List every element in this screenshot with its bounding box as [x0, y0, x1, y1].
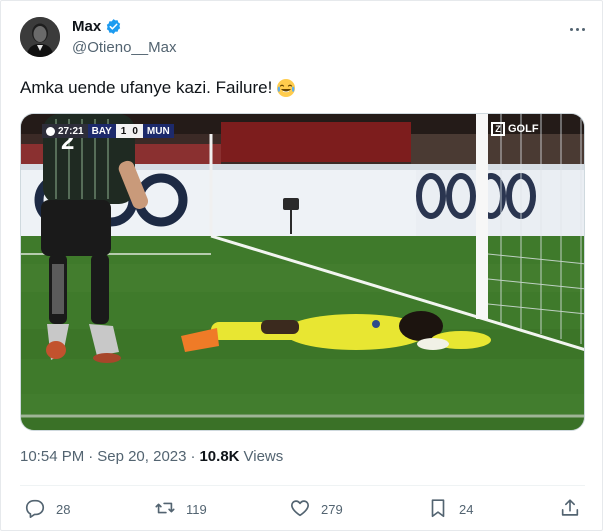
scorebug-away-team: MUN: [142, 124, 174, 138]
views-label: Views: [243, 448, 284, 465]
author-handle[interactable]: @Otieno__Max: [72, 39, 176, 56]
avatar[interactable]: [20, 17, 60, 57]
tweet-text-row: Amka uende ufanye kazi. Failure!: [20, 77, 296, 99]
divider: [20, 485, 585, 486]
scorebug-clock: 27:21: [42, 124, 88, 138]
reply-count: 28: [56, 501, 71, 517]
meta-separator-2: ·: [190, 448, 196, 465]
tweet-text: Amka uende ufanye kazi. Failure!: [20, 78, 273, 97]
bookmark-button[interactable]: 24: [427, 493, 473, 525]
bookmark-count: 24: [459, 501, 474, 517]
broadcaster-logo: Z GOLF: [491, 122, 539, 136]
scorebug: 27:21 BAY 1 0 MUN: [42, 124, 174, 138]
bookmark-icon: [427, 497, 449, 522]
tweet-meta: 10:54 PM · Sep 20, 2023 · 10.8K Views: [20, 448, 283, 465]
tweet-card: Max @Otieno__Max Amka uende ufanye kazi.…: [0, 0, 603, 531]
repost-count: 119: [186, 501, 207, 517]
more-options-icon[interactable]: [566, 19, 588, 39]
tweet-media-image[interactable]: 2 27:21 BAY 1 0 MUN Z GOLF: [20, 113, 585, 431]
tweet-time[interactable]: 10:54 PM: [20, 448, 84, 465]
reply-button[interactable]: 28: [24, 493, 70, 525]
repost-button[interactable]: 119: [154, 493, 207, 525]
meta-separator: ·: [88, 448, 94, 465]
like-count: 279: [321, 501, 343, 517]
share-button[interactable]: [559, 493, 581, 525]
views-count: 10.8K: [199, 448, 240, 465]
repost-icon: [154, 497, 176, 522]
like-button[interactable]: 279: [289, 493, 343, 525]
scorebug-home-team: BAY: [87, 124, 116, 138]
verified-badge-icon: [105, 18, 122, 35]
champions-league-icon: [46, 126, 55, 136]
author-name-row[interactable]: Max: [72, 18, 122, 35]
tweet-date[interactable]: Sep 20, 2023: [97, 448, 186, 465]
scorebug-score: 1 0: [115, 124, 143, 138]
broadcaster-logo-mark: Z: [491, 122, 505, 136]
broadcaster-name: GOLF: [508, 123, 539, 135]
like-icon: [289, 497, 311, 522]
author-name[interactable]: Max: [72, 18, 101, 35]
reply-icon: [24, 497, 46, 522]
face-with-tears-of-joy-icon: [276, 78, 296, 98]
action-bar: 28 119 279 24: [1, 493, 603, 525]
football-scene-image: 2: [21, 114, 584, 430]
share-icon: [559, 497, 581, 522]
